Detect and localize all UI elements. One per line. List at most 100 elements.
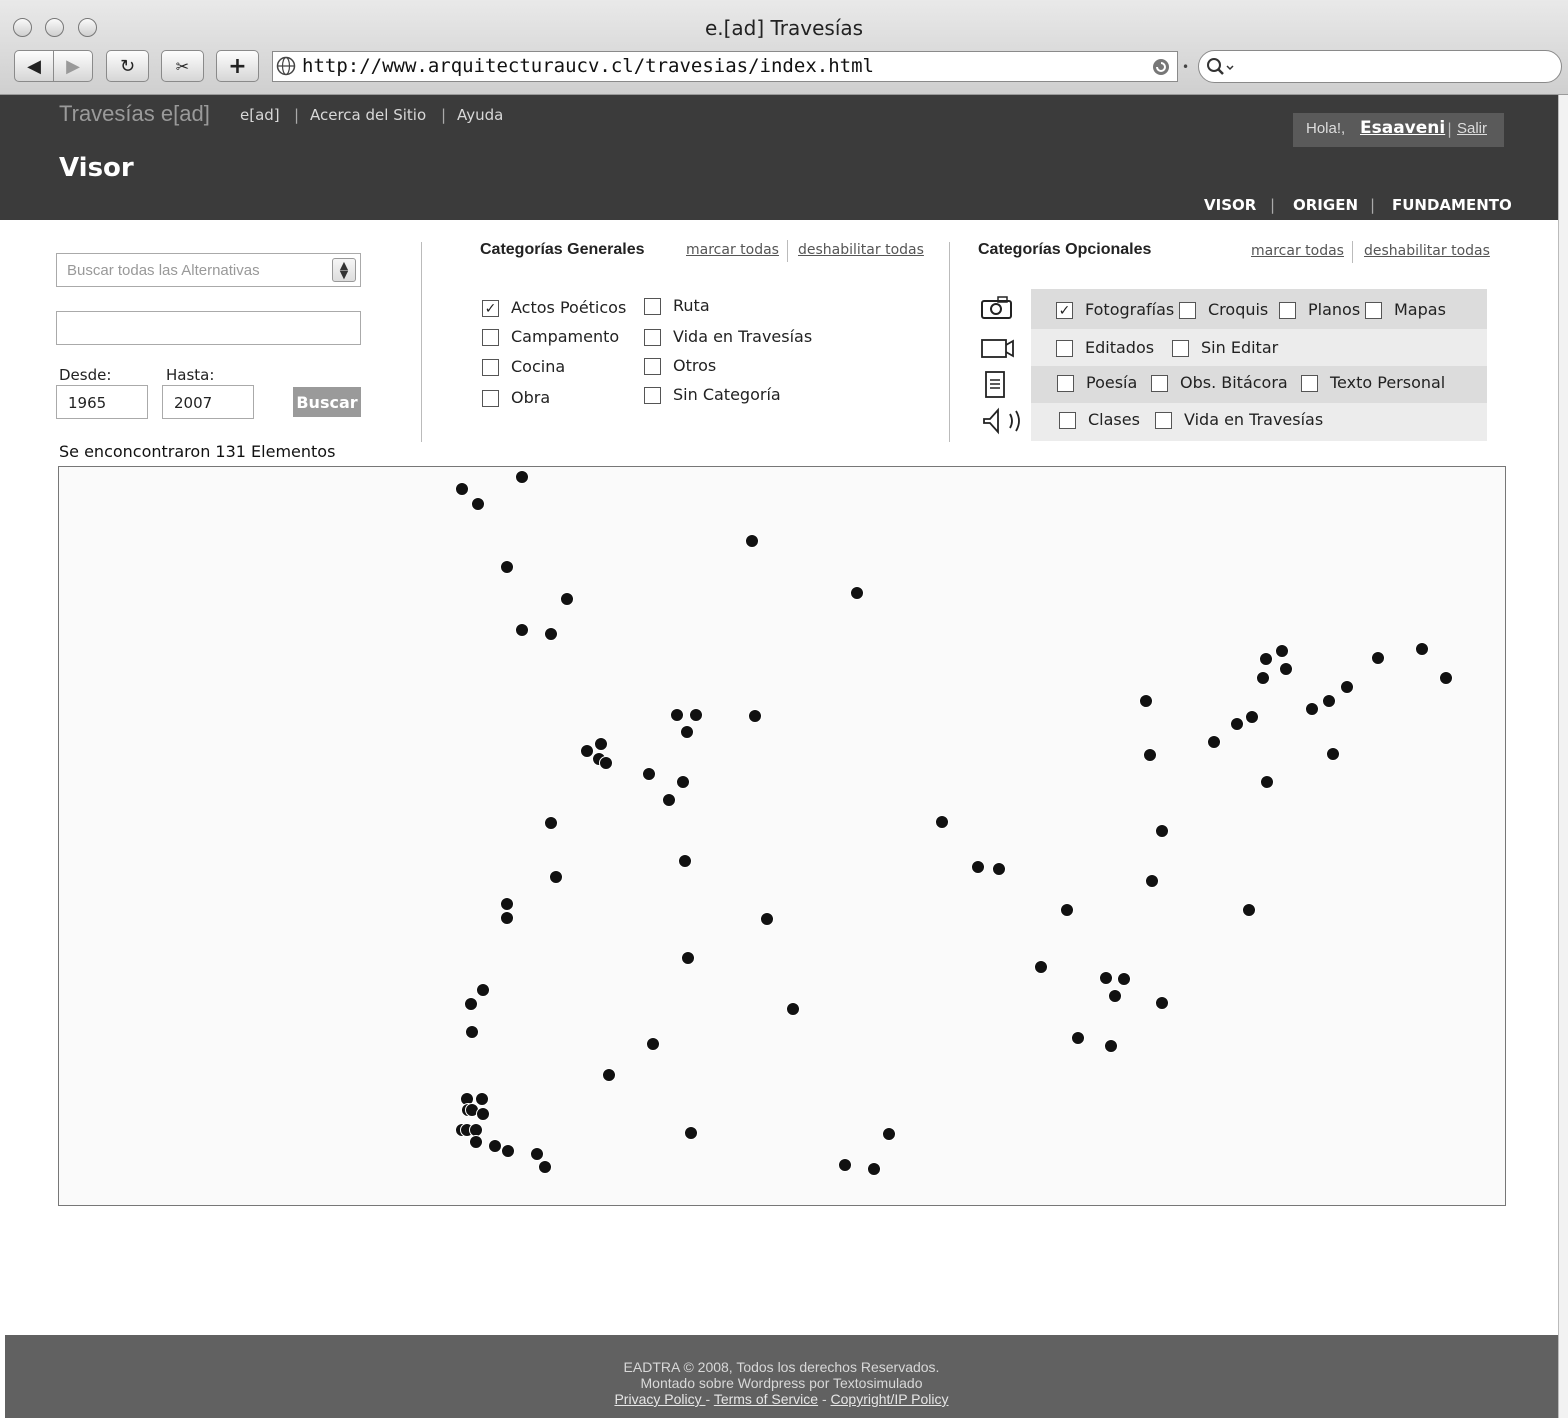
refresh-small-icon[interactable] [1151, 57, 1171, 77]
map-marker[interactable] [468, 1134, 483, 1149]
checkbox-label-optional-0-3[interactable]: Mapas [1394, 300, 1446, 319]
map-marker[interactable] [1154, 823, 1169, 838]
checkbox-general-b-0[interactable] [644, 298, 661, 315]
desde-input[interactable]: 1965 [56, 385, 148, 419]
reload-button[interactable]: ↻ [106, 50, 149, 82]
map-marker[interactable] [683, 1125, 698, 1140]
optional-disable-all-link[interactable]: deshabilitar todas [1364, 243, 1490, 259]
checkbox-general-0[interactable]: ✓ [482, 300, 499, 317]
map-marker[interactable] [680, 950, 695, 965]
map-marker[interactable] [475, 982, 490, 997]
map-marker[interactable] [548, 869, 563, 884]
checkbox-general-b-3[interactable] [644, 387, 661, 404]
nav-link-ead[interactable]: e[ad] [240, 106, 280, 124]
map-marker[interactable] [661, 792, 676, 807]
map-marker[interactable] [785, 1001, 800, 1016]
privacy-policy-link[interactable]: Privacy Policy [614, 1391, 705, 1407]
map-marker[interactable] [1033, 959, 1048, 974]
copyright-policy-link[interactable]: Copyright/IP Policy [831, 1391, 949, 1407]
checkbox-general-1[interactable] [482, 329, 499, 346]
forward-button[interactable]: ▶ [53, 50, 93, 82]
nav-link-acerca[interactable]: Acerca del Sitio [310, 106, 426, 124]
nav-origen[interactable]: ORIGEN [1293, 196, 1358, 214]
checkbox-label-general-3[interactable]: Obra [511, 388, 550, 407]
hasta-input[interactable]: 2007 [162, 385, 254, 419]
checkbox-label-optional-3-1[interactable]: Vida en Travesías [1184, 410, 1323, 429]
map-marker[interactable] [1244, 709, 1259, 724]
checkbox-optional-1-1[interactable] [1172, 340, 1189, 357]
checkbox-optional-2-0[interactable] [1057, 375, 1074, 392]
checkbox-optional-3-1[interactable] [1155, 412, 1172, 429]
checkbox-label-optional-1-1[interactable]: Sin Editar [1201, 338, 1278, 357]
map-marker[interactable] [514, 469, 529, 484]
map-marker[interactable] [543, 626, 558, 641]
map-marker[interactable] [1321, 693, 1336, 708]
map-marker[interactable] [499, 559, 514, 574]
checkbox-label-general-b-0[interactable]: Ruta [673, 296, 710, 315]
map-marker[interactable] [688, 707, 703, 722]
site-title[interactable]: Travesías e[ad] [59, 101, 210, 127]
map-marker[interactable] [593, 736, 608, 751]
map-marker[interactable] [1144, 873, 1159, 888]
checkbox-label-optional-2-2[interactable]: Texto Personal [1330, 373, 1445, 392]
map-marker[interactable] [759, 911, 774, 926]
map-marker[interactable] [881, 1126, 896, 1141]
map-marker[interactable] [499, 910, 514, 925]
checkbox-label-optional-0-1[interactable]: Croquis [1208, 300, 1268, 319]
checkbox-label-general-b-2[interactable]: Otros [673, 356, 716, 375]
general-mark-all-link[interactable]: marcar todas [686, 242, 779, 258]
checkbox-label-optional-1-0[interactable]: Editados [1085, 338, 1154, 357]
map-marker[interactable] [679, 724, 694, 739]
map-marker[interactable] [543, 815, 558, 830]
map-marker[interactable] [1070, 1030, 1085, 1045]
map-marker[interactable] [529, 1146, 544, 1161]
checkbox-label-general-1[interactable]: Campamento [511, 327, 619, 346]
checkbox-label-optional-2-1[interactable]: Obs. Bitácora [1180, 373, 1288, 392]
url-text[interactable]: http://www.arquitecturaucv.cl/travesias/… [302, 55, 874, 77]
checkbox-general-3[interactable] [482, 390, 499, 407]
map-marker[interactable] [1278, 661, 1293, 676]
checkbox-optional-0-1[interactable] [1179, 302, 1196, 319]
map-marker[interactable] [1414, 641, 1429, 656]
map-marker[interactable] [474, 1091, 489, 1106]
map-marker[interactable] [598, 755, 613, 770]
map-marker[interactable] [514, 622, 529, 637]
checkbox-general-2[interactable] [482, 359, 499, 376]
map-marker[interactable] [837, 1157, 852, 1172]
map-marker[interactable] [559, 591, 574, 606]
map-marker[interactable] [1274, 643, 1289, 658]
checkbox-label-optional-3-0[interactable]: Clases [1088, 410, 1140, 429]
checkbox-general-b-2[interactable] [644, 358, 661, 375]
general-disable-all-link[interactable]: deshabilitar todas [798, 242, 924, 258]
add-bookmark-button[interactable]: + [216, 50, 259, 82]
buscar-button[interactable]: Buscar [293, 387, 361, 417]
terms-of-service-link[interactable]: Terms of Service [714, 1391, 818, 1407]
map-marker[interactable] [499, 896, 514, 911]
map-marker[interactable] [675, 774, 690, 789]
map-marker[interactable] [470, 496, 485, 511]
category-select[interactable]: Buscar todas las Alternativas ▲ ▼ [56, 253, 361, 287]
map-marker[interactable] [645, 1036, 660, 1051]
back-button[interactable]: ◀ [14, 50, 54, 82]
map-marker[interactable] [1229, 716, 1244, 731]
map-marker[interactable] [454, 481, 469, 496]
map-marker[interactable] [1154, 995, 1169, 1010]
snapback-button[interactable]: ✂ [161, 50, 204, 82]
map-marker[interactable] [1138, 693, 1153, 708]
checkbox-general-b-1[interactable] [644, 329, 661, 346]
map-marker[interactable] [1241, 902, 1256, 917]
checkbox-label-general-b-3[interactable]: Sin Categoría [673, 385, 781, 404]
map-marker[interactable] [1142, 747, 1157, 762]
optional-mark-all-link[interactable]: marcar todas [1251, 243, 1344, 259]
select-arrows-icon[interactable]: ▲ ▼ [332, 258, 356, 282]
checkbox-optional-2-1[interactable] [1151, 375, 1168, 392]
checkbox-label-general-0[interactable]: Actos Poéticos [511, 298, 626, 317]
nav-fundamento[interactable]: FUNDAMENTO [1392, 196, 1512, 214]
map-marker[interactable] [1339, 679, 1354, 694]
map-marker[interactable] [487, 1138, 502, 1153]
map-marker[interactable] [744, 533, 759, 548]
checkbox-label-general-b-1[interactable]: Vida en Travesías [673, 327, 812, 346]
checkbox-label-general-2[interactable]: Cocina [511, 357, 565, 376]
map-marker[interactable] [464, 1024, 479, 1039]
checkbox-label-optional-0-2[interactable]: Planos [1308, 300, 1360, 319]
